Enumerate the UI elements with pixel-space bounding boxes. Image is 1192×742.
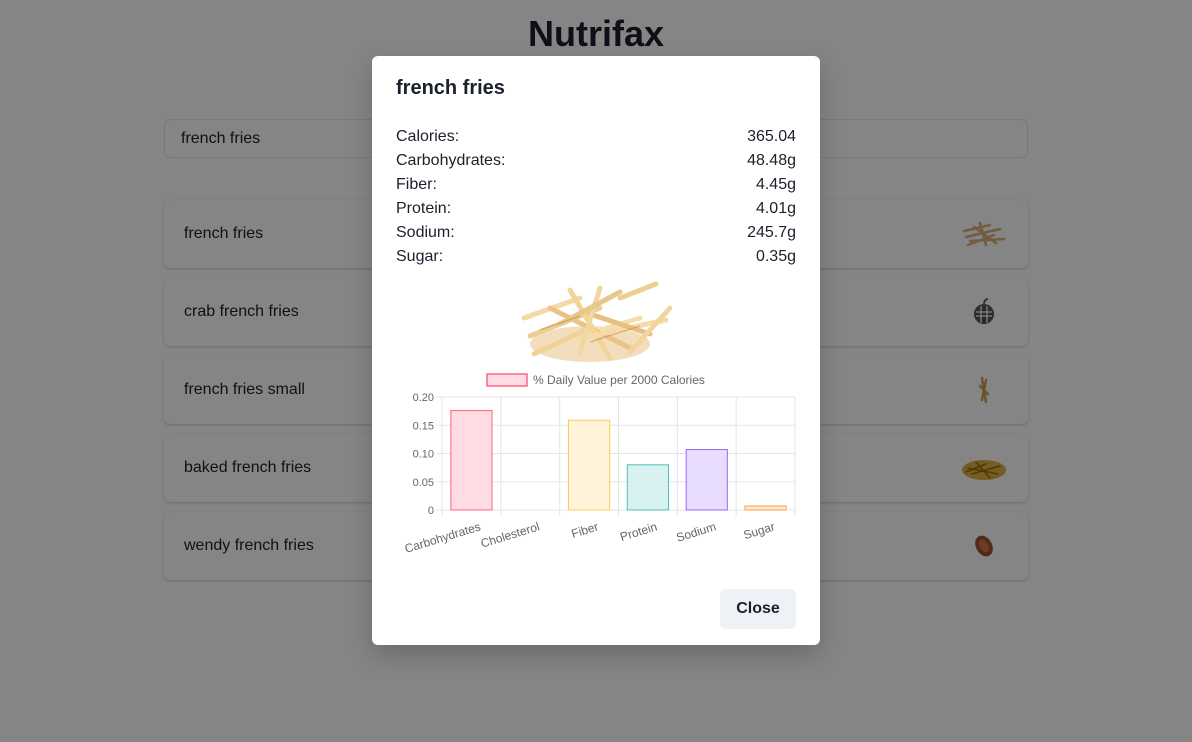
- legend-label: % Daily Value per 2000 Calories: [533, 373, 705, 387]
- nutrient-table: Calories: 365.04 Carbohydrates: 48.48g F…: [396, 125, 796, 269]
- nutrient-row-protein: Protein: 4.01g: [396, 197, 796, 221]
- nutrient-value: 245.7g: [747, 224, 796, 241]
- bar-protein: [626, 464, 670, 511]
- nutrient-label: Fiber:: [396, 176, 437, 193]
- x-tick-label: Sugar: [742, 519, 777, 542]
- nutrient-value: 365.04: [747, 128, 796, 145]
- x-tick-label: Sodium: [675, 519, 718, 544]
- close-button[interactable]: Close: [720, 589, 796, 629]
- x-tick-label: Carbohydrates: [403, 519, 482, 555]
- bar-carbohydrates: [450, 410, 493, 511]
- nutrient-row-sugar: Sugar: 0.35g: [396, 245, 796, 269]
- y-tick-label: 0.10: [413, 449, 434, 461]
- y-tick-label: 0.20: [413, 392, 434, 404]
- nutrient-label: Carbohydrates:: [396, 152, 506, 169]
- nutrient-value: 48.48g: [747, 152, 796, 169]
- nutrient-label: Calories:: [396, 128, 460, 145]
- nutrient-row-calories: Calories: 365.04: [396, 125, 796, 149]
- nutrient-row-fiber: Fiber: 4.45g: [396, 173, 796, 197]
- bar-fiber: [567, 419, 611, 511]
- nutrient-value: 0.35g: [755, 248, 796, 265]
- modal-title: french fries: [396, 77, 505, 99]
- nutrient-label: Sodium:: [396, 224, 455, 241]
- nutrient-row-sodium: Sodium: 245.7g: [396, 221, 796, 245]
- y-tick-label: 0: [428, 505, 434, 517]
- y-tick-label: 0.05: [413, 477, 434, 489]
- nutrient-value: 4.45g: [755, 176, 796, 193]
- nutrient-label: Sugar:: [396, 248, 444, 265]
- nutrient-row-carbohydrates: Carbohydrates: 48.48g: [396, 149, 796, 173]
- nutrient-value: 4.01g: [755, 200, 796, 217]
- x-tick-label: Protein: [618, 519, 658, 544]
- nutrient-label: Protein:: [396, 200, 452, 217]
- y-tick-label: 0.15: [413, 420, 434, 432]
- daily-value-bar-chart: % Daily Value per 2000 Calories 0.20 0.15 0…: [403, 373, 796, 556]
- bar-sugar: [744, 505, 787, 511]
- bar-sodium: [685, 449, 728, 511]
- x-tick-label: Cholesterol: [479, 519, 541, 550]
- french-fries-photo-icon: [520, 278, 673, 366]
- x-tick-label: Fiber: [570, 519, 600, 540]
- legend-swatch: [486, 373, 528, 387]
